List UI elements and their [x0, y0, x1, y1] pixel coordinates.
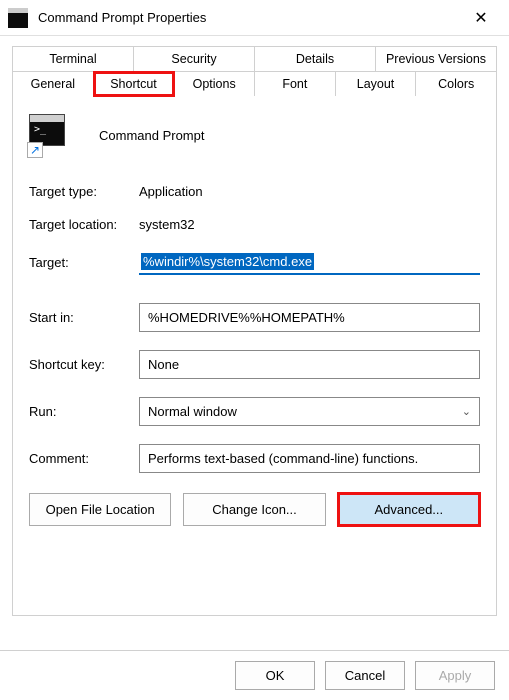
shortcut-key-label: Shortcut key: [29, 357, 139, 372]
apply-button: Apply [415, 661, 495, 690]
target-field[interactable]: %windir%\system32\cmd.exe [139, 250, 480, 275]
open-file-location-button[interactable]: Open File Location [29, 493, 171, 526]
cmd-icon [8, 8, 28, 28]
app-name: Command Prompt [99, 128, 204, 143]
shortcut-panel: ↗ Command Prompt Target type: Applicatio… [12, 96, 497, 616]
target-type-label: Target type: [29, 184, 139, 199]
run-label: Run: [29, 404, 139, 419]
target-label: Target: [29, 255, 139, 270]
tab-layout[interactable]: Layout [336, 72, 417, 96]
comment-label: Comment: [29, 451, 139, 466]
start-in-field[interactable] [139, 303, 480, 332]
advanced-button[interactable]: Advanced... [338, 493, 480, 526]
title-bar: Command Prompt Properties ✕ [0, 0, 509, 36]
target-location-value: system32 [139, 217, 195, 232]
run-value: Normal window [148, 404, 237, 419]
tab-options[interactable]: Options [174, 72, 255, 96]
close-button[interactable]: ✕ [461, 2, 501, 34]
tab-strip: Terminal Security Details Previous Versi… [12, 46, 497, 96]
tab-security[interactable]: Security [134, 47, 255, 72]
window-title: Command Prompt Properties [38, 10, 461, 25]
tab-shortcut[interactable]: Shortcut [94, 72, 175, 96]
dialog-button-bar: OK Cancel Apply [0, 650, 509, 700]
ok-button[interactable]: OK [235, 661, 315, 690]
target-type-value: Application [139, 184, 203, 199]
tab-font[interactable]: Font [255, 72, 336, 96]
chevron-down-icon: ⌄ [462, 405, 471, 418]
start-in-label: Start in: [29, 310, 139, 325]
comment-field[interactable] [139, 444, 480, 473]
target-location-label: Target location: [29, 217, 139, 232]
tab-general[interactable]: General [13, 72, 94, 96]
tab-colors[interactable]: Colors [416, 72, 496, 96]
shortcut-overlay-icon: ↗ [27, 142, 43, 158]
tab-details[interactable]: Details [255, 47, 376, 72]
tab-previous-versions[interactable]: Previous Versions [376, 47, 496, 72]
run-select[interactable]: Normal window ⌄ [139, 397, 480, 426]
shortcut-key-field[interactable] [139, 350, 480, 379]
target-value-selected: %windir%\system32\cmd.exe [141, 253, 314, 270]
app-icon-wrap: ↗ [29, 114, 71, 156]
tab-terminal[interactable]: Terminal [13, 47, 134, 72]
cancel-button[interactable]: Cancel [325, 661, 405, 690]
change-icon-button[interactable]: Change Icon... [183, 493, 325, 526]
